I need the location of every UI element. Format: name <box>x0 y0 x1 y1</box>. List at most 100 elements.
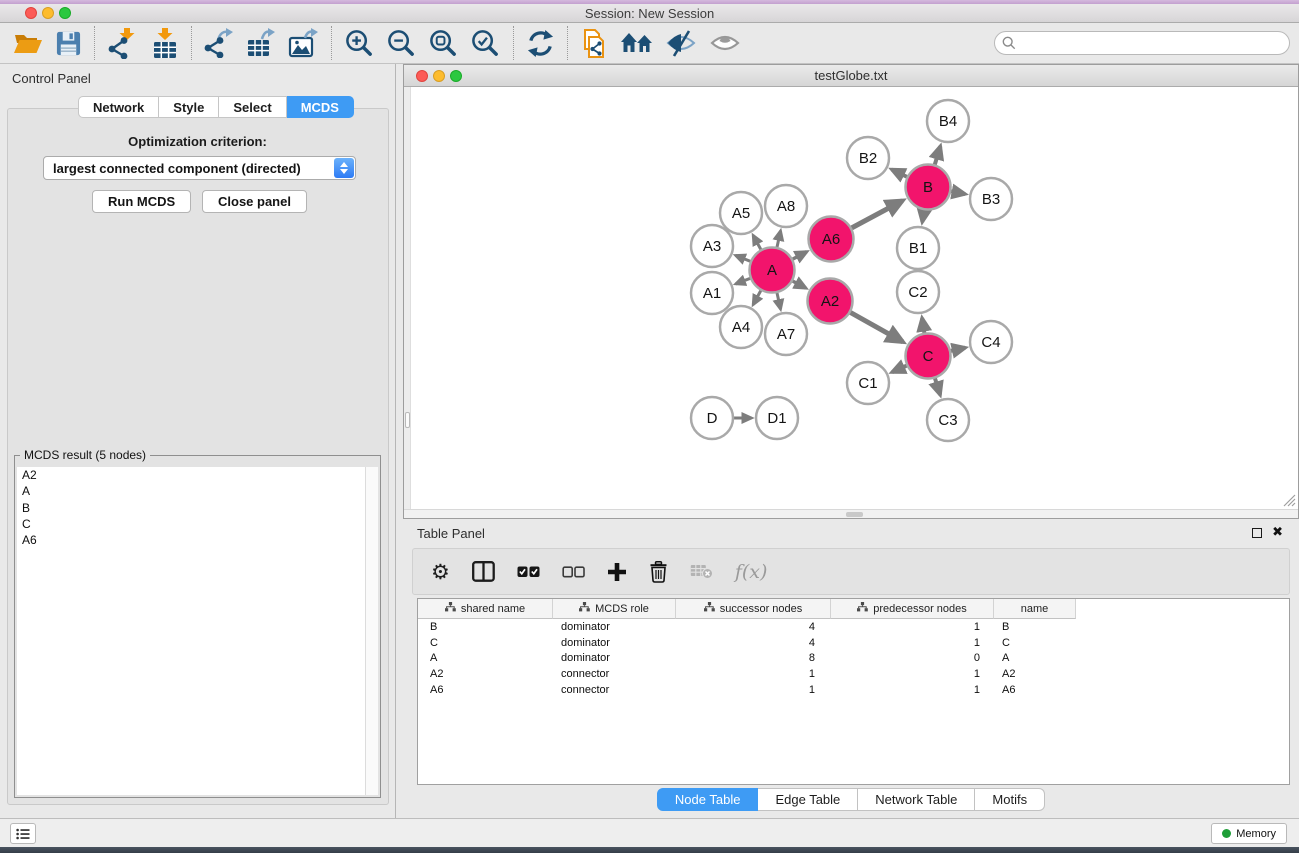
tab-node-table[interactable]: Node Table <box>657 788 759 811</box>
zoom-in-button[interactable] <box>344 28 375 59</box>
column-header-name[interactable]: name <box>994 599 1076 619</box>
delete-table-button <box>690 563 713 580</box>
close-table-panel-icon[interactable]: ✖ <box>1272 525 1283 539</box>
deselect-all-button[interactable] <box>562 566 585 578</box>
column-header-shared-name[interactable]: shared name <box>418 599 553 619</box>
resize-grip-icon[interactable] <box>1283 494 1296 507</box>
save-session-button[interactable] <box>55 30 82 57</box>
network-horizontal-scrollbar[interactable] <box>404 509 1298 518</box>
list-item[interactable]: C <box>17 516 378 532</box>
table-panel: Table Panel ✖ ⚙ <box>403 519 1299 818</box>
table-cell: A2 <box>994 668 1076 680</box>
search-input[interactable] <box>1021 35 1289 51</box>
tab-mcds[interactable]: MCDS <box>287 96 354 118</box>
table-row[interactable]: A6connector11A6 <box>418 682 1289 698</box>
node-label-A3: A3 <box>703 238 721 255</box>
tab-style[interactable]: Style <box>159 96 219 118</box>
clone-network-button[interactable] <box>580 28 608 59</box>
control-panel-tabs: NetworkStyleSelectMCDS <box>78 96 354 118</box>
node-label-A4: A4 <box>732 319 750 336</box>
node-label-C4: C4 <box>981 334 1000 351</box>
app-titlebar: Session: New Session <box>0 4 1299 23</box>
table-tabs: Node TableEdge TableNetwork TableMotifs <box>403 788 1299 811</box>
node-label-C2: C2 <box>908 284 927 301</box>
table-cell: A <box>418 652 553 664</box>
table-cell: B <box>994 621 1076 633</box>
node-label-D1: D1 <box>767 410 786 427</box>
network-window-titlebar[interactable]: testGlobe.txt <box>404 65 1298 87</box>
toolbar-separator <box>513 26 514 60</box>
tab-network-table[interactable]: Network Table <box>858 788 975 811</box>
network-graph[interactable]: AA1A2A3A4A5A6A7A8BB1B2B3B4CC1C2C3C4DD1 <box>404 87 1298 511</box>
result-scrollbar[interactable] <box>365 467 378 795</box>
memory-button[interactable]: Memory <box>1211 823 1287 844</box>
shared-column-icon <box>445 602 456 615</box>
list-item[interactable]: A6 <box>17 532 378 548</box>
table-row[interactable]: Adominator80A <box>418 650 1289 666</box>
float-table-panel-icon[interactable] <box>1252 528 1262 538</box>
hide-selected-button[interactable] <box>666 30 696 57</box>
table-header-row: shared nameMCDS rolesuccessor nodesprede… <box>418 599 1289 619</box>
tab-select[interactable]: Select <box>219 96 286 118</box>
network-canvas[interactable]: AA1A2A3A4A5A6A7A8BB1B2B3B4CC1C2C3C4DD1 <box>404 87 1298 518</box>
zoom-fit-button[interactable] <box>428 28 459 59</box>
select-all-button[interactable] <box>517 566 540 578</box>
import-network-button[interactable] <box>107 28 137 59</box>
home-layout-button[interactable] <box>620 30 654 56</box>
table-cell: dominator <box>553 652 676 664</box>
node-label-C: C <box>923 348 934 365</box>
node-table[interactable]: shared nameMCDS rolesuccessor nodesprede… <box>417 598 1290 785</box>
table-panel-title: Table Panel <box>417 526 485 541</box>
task-history-button[interactable] <box>10 823 36 844</box>
mcds-result-list[interactable]: A2ABCA6 <box>17 467 378 795</box>
table-settings-button[interactable]: ⚙ <box>431 561 450 583</box>
show-all-button[interactable] <box>710 32 740 55</box>
close-panel-button[interactable]: Close panel <box>202 190 307 213</box>
table-cell: C <box>418 637 553 649</box>
table-cell: dominator <box>553 637 676 649</box>
open-file-button[interactable] <box>13 30 43 56</box>
zoom-out-button[interactable] <box>386 28 417 59</box>
table-row[interactable]: Cdominator41C <box>418 635 1289 651</box>
node-label-A1: A1 <box>703 285 721 302</box>
run-mcds-button[interactable]: Run MCDS <box>92 190 191 213</box>
table-cell: A <box>994 652 1076 664</box>
refresh-button[interactable] <box>526 29 555 58</box>
show-columns-button[interactable] <box>472 561 495 582</box>
memory-status-icon <box>1222 829 1231 838</box>
import-table-button[interactable] <box>151 28 179 59</box>
tab-network[interactable]: Network <box>78 96 159 118</box>
table-cell: A6 <box>418 684 553 696</box>
import-table-icon <box>151 28 179 59</box>
table-cell: A6 <box>994 684 1076 696</box>
network-vertical-scrollbar[interactable] <box>404 87 411 509</box>
shared-column-icon <box>857 602 868 615</box>
search-icon <box>1002 36 1016 50</box>
criterion-dropdown[interactable]: largest connected component (directed) <box>43 156 356 180</box>
status-bar: Memory <box>0 818 1299 847</box>
tab-motifs[interactable]: Motifs <box>975 788 1045 811</box>
column-header-successor-nodes[interactable]: successor nodes <box>676 599 831 619</box>
zoom-selected-button[interactable] <box>470 28 501 59</box>
tab-edge-table[interactable]: Edge Table <box>758 788 858 811</box>
list-item[interactable]: A2 <box>17 467 378 483</box>
export-table-button[interactable] <box>246 28 276 58</box>
column-header-mcds-role[interactable]: MCDS role <box>553 599 676 619</box>
shared-column-icon <box>704 602 715 615</box>
shared-column-icon <box>579 602 590 615</box>
eye-slash-icon <box>666 30 696 57</box>
table-cell: 1 <box>831 668 994 680</box>
create-column-button[interactable] <box>607 562 627 582</box>
column-header-predecessor-nodes[interactable]: predecessor nodes <box>831 599 994 619</box>
list-item[interactable]: B <box>17 500 378 516</box>
table-cell: connector <box>553 684 676 696</box>
delete-column-button[interactable] <box>649 561 668 583</box>
export-network-button[interactable] <box>204 28 234 58</box>
export-image-button[interactable] <box>288 28 319 58</box>
table-row[interactable]: A2connector11A2 <box>418 666 1289 682</box>
list-item[interactable]: A <box>17 483 378 499</box>
save-floppy-icon <box>55 30 82 57</box>
node-label-B: B <box>923 179 933 196</box>
toolbar-separator <box>94 26 95 60</box>
table-row[interactable]: Bdominator41B <box>418 619 1289 635</box>
